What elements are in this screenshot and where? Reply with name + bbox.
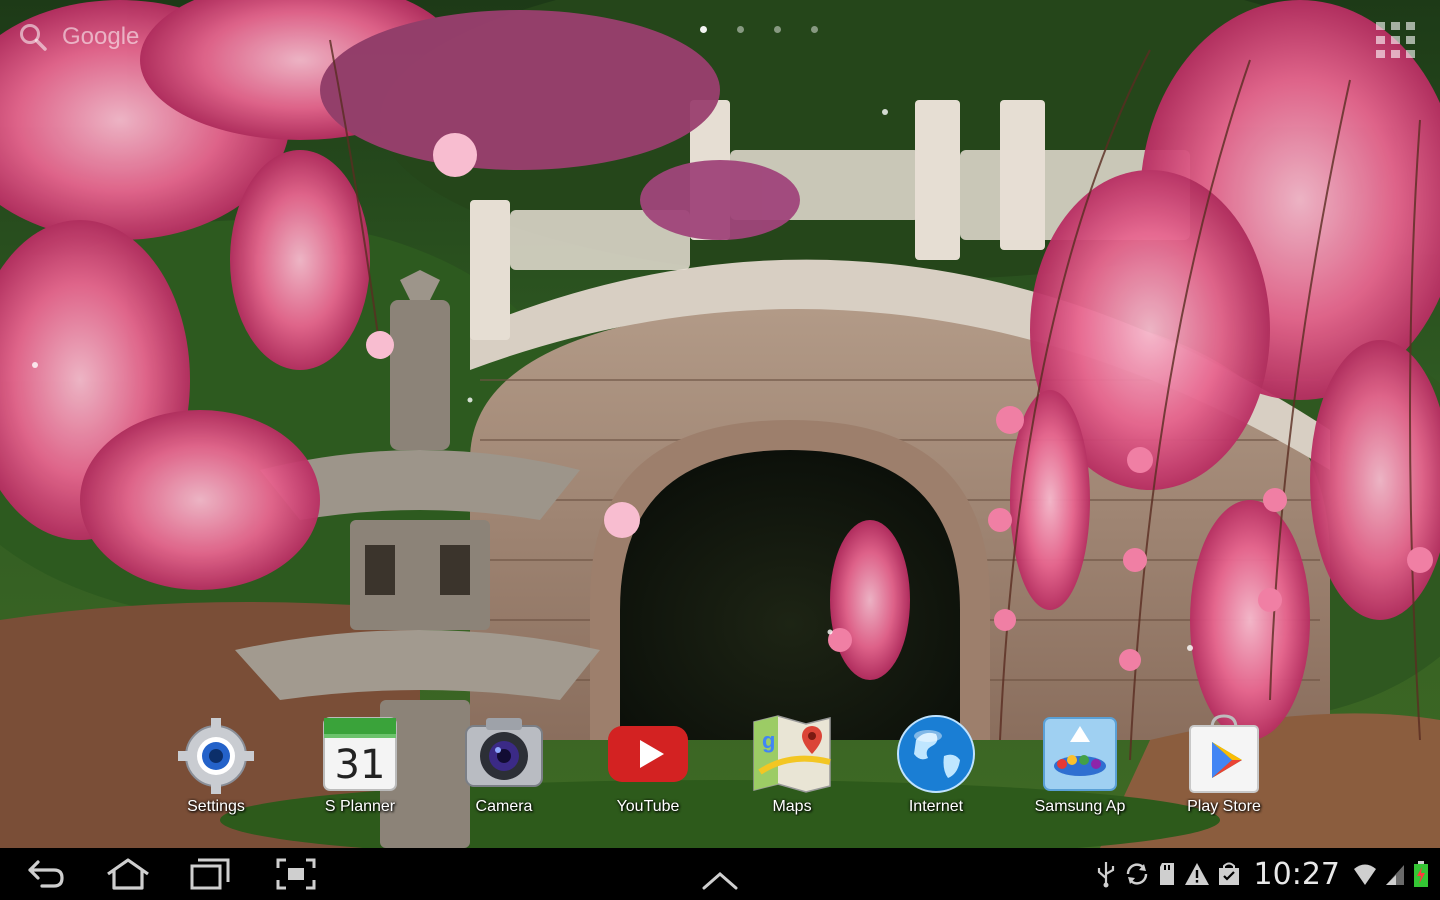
chevron-up-icon[interactable]: [700, 862, 740, 898]
app-label-maps: Maps: [772, 798, 812, 815]
settings-gear-icon: [178, 718, 254, 794]
app-camera[interactable]: Camera: [434, 712, 574, 822]
app-label-samsung-apps: Samsung Ap: [1034, 798, 1126, 815]
app-label-play-store: Play Store: [1187, 798, 1261, 815]
shopping-bag-icon: [1218, 862, 1239, 885]
camera-icon: [465, 718, 543, 787]
app-label-internet: Internet: [908, 798, 964, 815]
app-maps[interactable]: g Maps: [722, 712, 862, 822]
page-dot: [700, 26, 707, 33]
home-icon[interactable]: [104, 856, 152, 892]
app-shortcuts-row: Settings 31 S Planner Camera YouTube g M…: [0, 712, 1440, 822]
screenshot-capture-icon[interactable]: [274, 856, 318, 892]
apps-grid-icon[interactable]: [1374, 20, 1418, 60]
globe-icon: [897, 715, 975, 793]
status-clock: 10:27: [1253, 856, 1340, 892]
app-label-youtube: YouTube: [616, 798, 680, 815]
app-samsung-apps[interactable]: Samsung Ap: [1010, 712, 1150, 822]
app-youtube[interactable]: YouTube: [578, 712, 718, 822]
wifi-icon: [1354, 864, 1376, 885]
search-label: Google: [62, 23, 140, 50]
app-label-camera: Camera: [475, 798, 533, 815]
search-icon: [20, 24, 47, 51]
warning-icon: [1184, 863, 1209, 885]
status-bar: 10:27: [1094, 856, 1430, 892]
back-icon[interactable]: [24, 856, 66, 892]
app-play-store[interactable]: Play Store: [1154, 712, 1294, 822]
app-label-settings: Settings: [187, 798, 245, 815]
samsung-apps-icon: [1043, 717, 1117, 791]
app-s-planner[interactable]: 31 S Planner: [290, 712, 430, 822]
page-indicator: [700, 26, 818, 33]
app-settings[interactable]: Settings: [146, 712, 286, 822]
sd-card-icon: [1159, 863, 1174, 885]
page-dot: [737, 26, 744, 33]
calendar-date: 31: [334, 742, 386, 788]
page-dot: [774, 26, 781, 33]
google-search-bar[interactable]: Google: [18, 22, 139, 52]
signal-icon: [1386, 865, 1404, 885]
play-store-bag-icon: [1189, 714, 1259, 793]
youtube-play-icon: [608, 726, 688, 782]
maps-icon: g: [753, 715, 831, 793]
battery-charging-icon: [1414, 861, 1428, 887]
usb-icon: [1097, 862, 1114, 888]
svg-text:g: g: [762, 728, 775, 753]
app-internet[interactable]: Internet: [866, 712, 1006, 822]
sync-icon: [1126, 863, 1147, 885]
app-label-s-planner: S Planner: [324, 798, 396, 815]
page-dot: [811, 26, 818, 33]
system-navigation-bar: 10:27: [0, 848, 1440, 900]
recent-apps-icon[interactable]: [188, 856, 232, 892]
